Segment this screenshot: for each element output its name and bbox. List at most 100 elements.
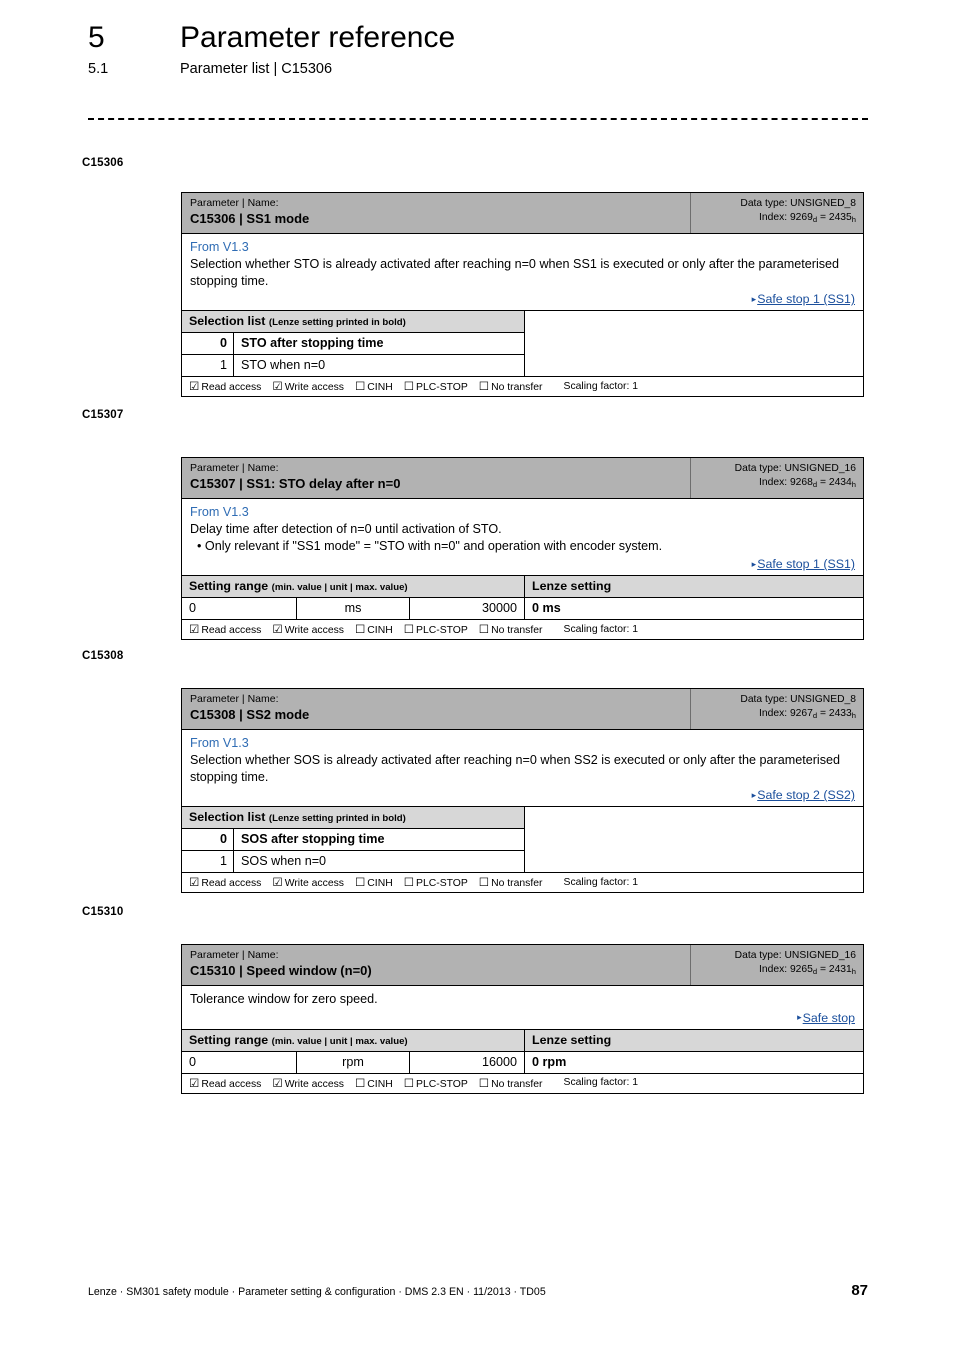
parameter-header: Parameter | Name: C15307 | SS1: STO delay… [182,458,863,500]
access-write: ☑ Write access [272,379,344,393]
chapter-heading-row: 5 Parameter reference [88,22,878,54]
selection-option-text: SOS after stopping time [241,832,385,847]
parameter-index: Index: 9267d = 2433h [759,707,856,720]
selection-option-text: SOS when n=0 [241,854,327,869]
from-version-note: From V1.3 [190,736,249,751]
section-heading-row: 5.1 Parameter list | C15306 [88,61,878,77]
parameter-block-c15306: Parameter | Name: C15306 | SS1 mode Data t… [181,192,864,398]
access-cinh-label: CINH [367,625,393,637]
access-plc-stop: ☐ PLC-STOP [404,379,468,393]
selection-list-subtitle: (Lenze setting printed in bold) [268,317,406,329]
selection-list-column: Selection list (Lenze setting printed in… [182,311,525,377]
footer-document-info: Lenze · SM301 safety module · Parameter … [88,1286,546,1298]
cross-reference-row: ▸Safe stop 2 (SS2) [190,788,855,802]
cross-reference-link[interactable]: Safe stop 1 (SS1) [757,557,855,571]
cross-reference-link[interactable]: Safe stop 2 (SS2) [757,788,855,802]
selection-option-row[interactable]: 0 SOS after stopping time [182,829,524,852]
document-page: 5 Parameter reference 5.1 Parameter list… [0,0,954,1350]
setting-unit: ms [297,598,410,620]
cross-reference-row: ▸Safe stop 1 (SS1) [190,292,855,306]
setting-range-title: Setting range [189,579,269,594]
checkbox-unchecked-icon: ☐ [354,1077,366,1090]
selection-list-empty-column [525,807,863,873]
parameter-data-type: Data type: UNSIGNED_8 [740,198,856,209]
page-footer: Lenze · SM301 safety module · Parameter … [88,1282,868,1299]
access-no-transfer: ☐ No transfer [479,379,543,393]
setting-min-value[interactable]: 0 [182,1051,297,1073]
parameter-code-name: C15306 | SS1 mode [190,211,310,227]
access-plc-stop-label: PLC-STOP [416,878,468,890]
section-title: Parameter list | C15306 [180,60,333,77]
access-read-label: Read access [201,625,262,637]
access-read: ☑ Read access [189,875,261,889]
parameter-data-type: Data type: UNSIGNED_8 [740,694,856,705]
parameter-header-left: Parameter | Name: C15308 | SS2 mode [182,689,691,730]
selection-option-code: 0 [182,333,234,355]
checkbox-unchecked-icon: ☐ [478,624,490,637]
cross-reference-link[interactable]: Safe stop 1 (SS1) [757,292,855,306]
parameter-code-name: C15310 | Speed window (n=0) [190,963,372,979]
setting-range-subtitle: (min. value | unit | max. value) [271,582,408,594]
setting-max-value[interactable]: 30000 [410,598,525,620]
cross-reference-row: ▸Safe stop [190,1011,855,1025]
parameter-header-right: Data type: UNSIGNED_16 Index: 9268d = 243… [691,458,863,498]
setting-range-header-left: Setting range (min. value | unit | max. … [182,576,525,598]
description-bullet: • Only relevant if "SS1 mode" = "STO wit… [197,538,663,553]
margin-label-c15308: C15308 [82,650,124,662]
header-divider [88,118,868,120]
selection-option-row[interactable]: 0 STO after stopping time [182,333,524,356]
triangle-right-icon: ▸ [797,1012,802,1023]
parameter-description: From V1.3 Selection whether SOS is alread… [182,730,863,808]
triangle-right-icon: ▸ [751,293,757,304]
parameter-code-name: C15308 | SS2 mode [190,707,310,723]
access-no-transfer-label: No transfer [491,382,543,394]
selection-list-title: Selection list [189,810,266,825]
access-no-transfer: ☐ No transfer [479,1076,543,1090]
checkbox-checked-icon: ☑ [189,381,200,394]
checkbox-checked-icon: ☑ [272,381,283,394]
access-row: ☑ Read access ☑ Write access ☐ CINH ☐ PLC-STOP ☐… [182,1074,863,1093]
parameter-index: Index: 9265d = 2431h [759,963,856,976]
access-write: ☑ Write access [272,1076,344,1090]
description-text: Selection whether SOS is already activat… [190,753,840,784]
margin-label-c15310: C15310 [82,906,124,918]
triangle-right-icon: ▸ [751,558,757,569]
setting-min-value[interactable]: 0 [182,598,297,620]
checkbox-unchecked-icon: ☐ [354,877,366,890]
access-write-label: Write access [284,382,344,394]
checkbox-checked-icon: ☑ [189,624,200,637]
selection-option-row[interactable]: 1 SOS when n=0 [182,851,524,873]
access-cinh: ☐ CINH [355,379,393,393]
checkbox-checked-icon: ☑ [189,877,200,890]
footer-page-number: 87 [851,1282,868,1299]
setting-max-value[interactable]: 16000 [410,1051,525,1073]
access-write-label: Write access [284,1078,344,1090]
checkbox-unchecked-icon: ☐ [354,624,366,637]
parameter-header: Parameter | Name: C15308 | SS2 mode Data t… [182,689,863,731]
parameter-header: Parameter | Name: C15310 | Speed window (… [182,945,863,987]
selection-option-row[interactable]: 1 STO when n=0 [182,355,524,377]
selection-list-header: Selection list (Lenze setting printed in… [182,807,524,830]
access-no-transfer-label: No transfer [491,878,543,890]
scaling-factor: Scaling factor: 1 [563,1077,639,1089]
setting-range-header: Setting range (min. value | unit | max. … [182,576,863,599]
cross-reference-link[interactable]: Safe stop [803,1011,855,1025]
parameter-description: From V1.3 Delay time after detection of n… [182,499,863,577]
access-write: ☑ Write access [272,875,344,889]
access-read: ☑ Read access [189,379,261,393]
access-no-transfer: ☐ No transfer [479,622,543,636]
margin-label-c15306: C15306 [82,157,124,169]
parameter-header-left: Parameter | Name: C15307 | SS1: STO delay… [182,458,691,499]
checkbox-checked-icon: ☑ [189,1077,200,1090]
checkbox-unchecked-icon: ☐ [478,381,490,394]
parameter-name-label: Parameter | Name: [190,949,279,961]
access-plc-stop: ☐ PLC-STOP [404,1076,468,1090]
selection-option-text: STO after stopping time [241,336,384,351]
parameter-header-left: Parameter | Name: C15306 | SS1 mode [182,193,691,234]
access-write-label: Write access [284,625,344,637]
selection-list-subtitle: (Lenze setting printed in bold) [268,813,406,825]
parameter-header-right: Data type: UNSIGNED_8 Index: 9267d = 2433… [691,689,863,729]
selection-list-title: Selection list [189,314,266,329]
parameter-description: Tolerance window for zero speed. ▸Safe st… [182,986,863,1030]
access-row: ☑ Read access ☑ Write access ☐ CINH ☐ PLC-STOP ☐… [182,873,863,892]
